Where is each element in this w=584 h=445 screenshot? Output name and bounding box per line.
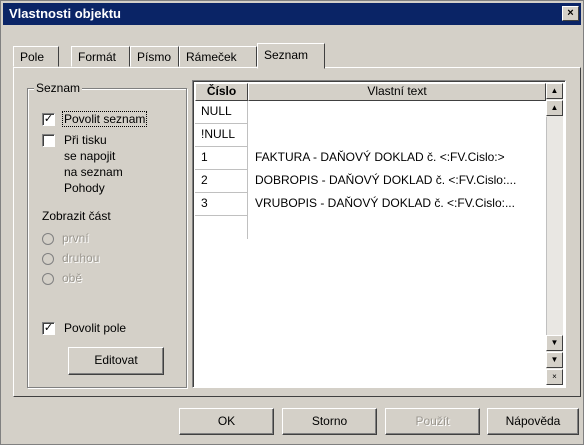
ok-button[interactable]: OK: [179, 408, 274, 435]
scroll-top-icon[interactable]: ▲: [546, 83, 563, 99]
napoveda-button[interactable]: Nápověda: [487, 408, 579, 435]
povolit-seznam-checkbox[interactable]: ✓: [42, 113, 55, 126]
scroll-bottom-icon[interactable]: ▼: [546, 352, 563, 368]
cell-cislo-2[interactable]: 1: [195, 147, 248, 170]
pri-tisku-label-4: Pohody: [64, 181, 105, 195]
pri-tisku-checkbox[interactable]: [42, 134, 55, 147]
pouzit-button[interactable]: Použít: [385, 408, 480, 435]
pri-tisku-label-3: na seznam: [64, 165, 123, 179]
pri-tisku-label-1: Při tisku: [64, 133, 107, 147]
scroll-close-icon[interactable]: ×: [546, 369, 563, 385]
povolit-pole-label: Povolit pole: [64, 321, 127, 335]
cell-text-4[interactable]: VRUBOPIS - DAŇOVÝ DOKLAD č. <:FV.Cislo:.…: [255, 193, 545, 216]
tab-ramecek[interactable]: Rámeček: [179, 46, 257, 67]
close-button[interactable]: ×: [562, 6, 579, 21]
cell-cislo-3[interactable]: 2: [195, 170, 248, 193]
scroll-track[interactable]: [546, 117, 563, 335]
tab-panel-seznam: Seznam ✓ Povolit seznam Při tisku se nap…: [13, 67, 581, 397]
radio-obe[interactable]: [42, 273, 54, 285]
header-vlastni-text[interactable]: Vlastní text: [248, 83, 546, 101]
povolit-pole-checkbox[interactable]: ✓: [42, 322, 55, 335]
cell-text-1[interactable]: [255, 124, 545, 147]
tab-seznam[interactable]: Seznam: [257, 43, 325, 69]
tab-pismo[interactable]: Písmo: [130, 46, 179, 67]
cell-text-0[interactable]: [255, 101, 545, 124]
cell-cislo-4[interactable]: 3: [195, 193, 248, 216]
cell-cislo-new[interactable]: [195, 216, 248, 239]
tab-pole[interactable]: Pole: [13, 46, 59, 67]
povolit-seznam-label[interactable]: Povolit seznam: [62, 111, 148, 127]
cell-text-3[interactable]: DOBROPIS - DAŇOVÝ DOKLAD č. <:FV.Cislo:.…: [255, 170, 545, 193]
radio-obe-label: obě: [62, 271, 83, 285]
radio-prvni[interactable]: [42, 233, 54, 245]
cell-cislo-0[interactable]: NULL: [195, 101, 248, 124]
pri-tisku-label-2: se napojit: [64, 149, 116, 163]
grid-vertical-scrollbar[interactable]: ▲ ▲ ▼ ▼ ×: [546, 83, 563, 385]
window-title: Vlastnosti objektu: [9, 6, 121, 21]
scroll-down-icon[interactable]: ▼: [546, 335, 563, 351]
radio-prvni-label: první: [62, 231, 89, 245]
radio-druhou-label: druhou: [62, 251, 100, 265]
title-bar: Vlastnosti objektu ×: [3, 3, 581, 25]
editovat-button[interactable]: Editovat: [68, 347, 164, 375]
cell-text-2[interactable]: FAKTURA - DAŇOVÝ DOKLAD č. <:FV.Cislo:>: [255, 147, 545, 170]
cell-cislo-1[interactable]: !NULL: [195, 124, 248, 147]
zobrazit-cast-label: Zobrazit část: [42, 209, 111, 223]
storno-button[interactable]: Storno: [282, 408, 377, 435]
dialog-window: Vlastnosti objektu × Pole Formát Písmo R…: [0, 0, 584, 445]
seznam-grid[interactable]: Číslo Vlastní text NULL !NULL 1 FAKTURA …: [192, 80, 566, 388]
scroll-up-icon[interactable]: ▲: [546, 100, 563, 116]
group-title: Seznam: [34, 81, 83, 95]
radio-druhou[interactable]: [42, 253, 54, 265]
tab-format[interactable]: Formát: [71, 46, 130, 67]
seznam-group: Seznam ✓ Povolit seznam Při tisku se nap…: [27, 81, 187, 388]
header-cislo[interactable]: Číslo: [195, 83, 248, 101]
